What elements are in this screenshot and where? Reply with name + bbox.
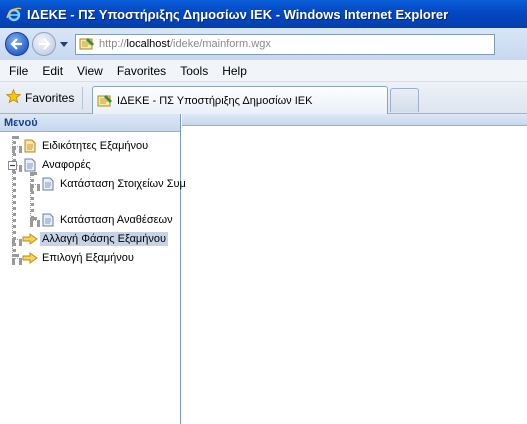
toolbar-divider	[82, 87, 83, 109]
star-icon	[5, 88, 22, 107]
tree-item-label: Αναφορές	[42, 159, 91, 171]
favorites-button[interactable]: Favorites	[5, 88, 75, 107]
menu-panel: Μενού Ειδικότητες Εξαμήνου Αναφορές Κατά…	[0, 114, 186, 424]
menu-tools[interactable]: Tools	[173, 64, 215, 78]
tree-line	[30, 220, 40, 224]
arrow-right-icon	[22, 250, 38, 266]
tree-item-label: Κατάσταση Αναθέσεων	[60, 214, 173, 226]
title-bar[interactable]: ΙΔΕΚΕ - ΠΣ Υποστήριξης Δημοσίων ΙΕΚ - Wi…	[0, 0, 527, 28]
favorites-label: Favorites	[25, 91, 75, 105]
url-protocol: http://	[99, 38, 127, 50]
menu-help[interactable]: Help	[215, 64, 254, 78]
tree-item-change-phase[interactable]: Αλλαγή Φάσης Εξαμήνου	[22, 230, 169, 248]
address-bar[interactable]: http://localhost/ideke/mainform.wgx	[75, 33, 495, 55]
menu-file[interactable]: File	[2, 64, 35, 78]
navigation-bar: http://localhost/ideke/mainform.wgx	[0, 28, 527, 60]
tree-item-member-status[interactable]: Κατάσταση Στοιχείων Συμ	[40, 175, 188, 193]
recent-pages-dropdown[interactable]	[59, 41, 69, 47]
url-host: localhost	[126, 38, 170, 50]
back-button[interactable]	[5, 32, 29, 56]
panel-header: Μενού	[0, 114, 180, 132]
tab-active[interactable]: ΙΔΕΚΕ - ΠΣ Υποστήριξης Δημοσίων ΙΕΚ	[92, 86, 388, 114]
internet-explorer-icon	[6, 6, 22, 22]
report-icon	[22, 157, 38, 173]
menu-bar: File Edit View Favorites Tools Help	[0, 60, 527, 82]
arrow-left-icon	[10, 38, 22, 50]
collapse-toggle[interactable]	[8, 161, 17, 170]
new-tab-button[interactable]	[390, 88, 419, 112]
tree-item-label: Ειδικότητες Εξαμήνου	[42, 140, 149, 152]
favorites-tab-bar: Favorites ΙΔΕΚΕ - ΠΣ Υποστήριξης Δημοσίω…	[0, 82, 527, 114]
tree-item-specialties[interactable]: Ειδικότητες Εξαμήνου	[22, 137, 150, 155]
tree-line	[12, 258, 22, 262]
content-area: Μενού Ειδικότητες Εξαμήνου Αναφορές Κατά…	[0, 114, 527, 424]
arrow-right-icon	[39, 38, 51, 50]
tree-item-reports[interactable]: Αναφορές	[22, 156, 93, 174]
page-icon	[97, 94, 113, 108]
url-path: /ideke/mainform.wgx	[169, 38, 271, 50]
report-icon	[40, 176, 56, 192]
tree-line	[30, 184, 40, 188]
tree-line	[12, 146, 22, 150]
menu-favorites[interactable]: Favorites	[110, 64, 173, 78]
document-icon	[22, 138, 38, 154]
tree-item-label: Αλλαγή Φάσης Εξαμήνου	[40, 232, 169, 246]
content-panel-header	[182, 114, 527, 126]
menu-view[interactable]: View	[70, 64, 110, 78]
chevron-down-icon	[60, 41, 68, 47]
tree-item-label: Κατάσταση Στοιχείων Συμ	[60, 178, 186, 190]
tab-title: ΙΔΕΚΕ - ΠΣ Υποστήριξης Δημοσίων ΙΕΚ	[117, 94, 313, 107]
forward-button[interactable]	[32, 32, 56, 56]
tree-line	[30, 172, 34, 220]
minus-icon	[10, 164, 15, 167]
tree-item-label: Επιλογή Εξαμήνου	[42, 252, 134, 264]
tree-item-select-semester[interactable]: Επιλογή Εξαμήνου	[22, 249, 136, 267]
arrow-right-icon	[22, 231, 38, 247]
page-icon	[79, 37, 95, 51]
tree-item-assignments-status[interactable]: Κατάσταση Αναθέσεων	[40, 211, 175, 229]
report-icon	[40, 212, 56, 228]
menu-edit[interactable]: Edit	[35, 64, 70, 78]
tree-line	[12, 239, 22, 243]
window-title: ΙΔΕΚΕ - ΠΣ Υποστήριξης Δημοσίων ΙΕΚ - Wi…	[27, 6, 449, 22]
